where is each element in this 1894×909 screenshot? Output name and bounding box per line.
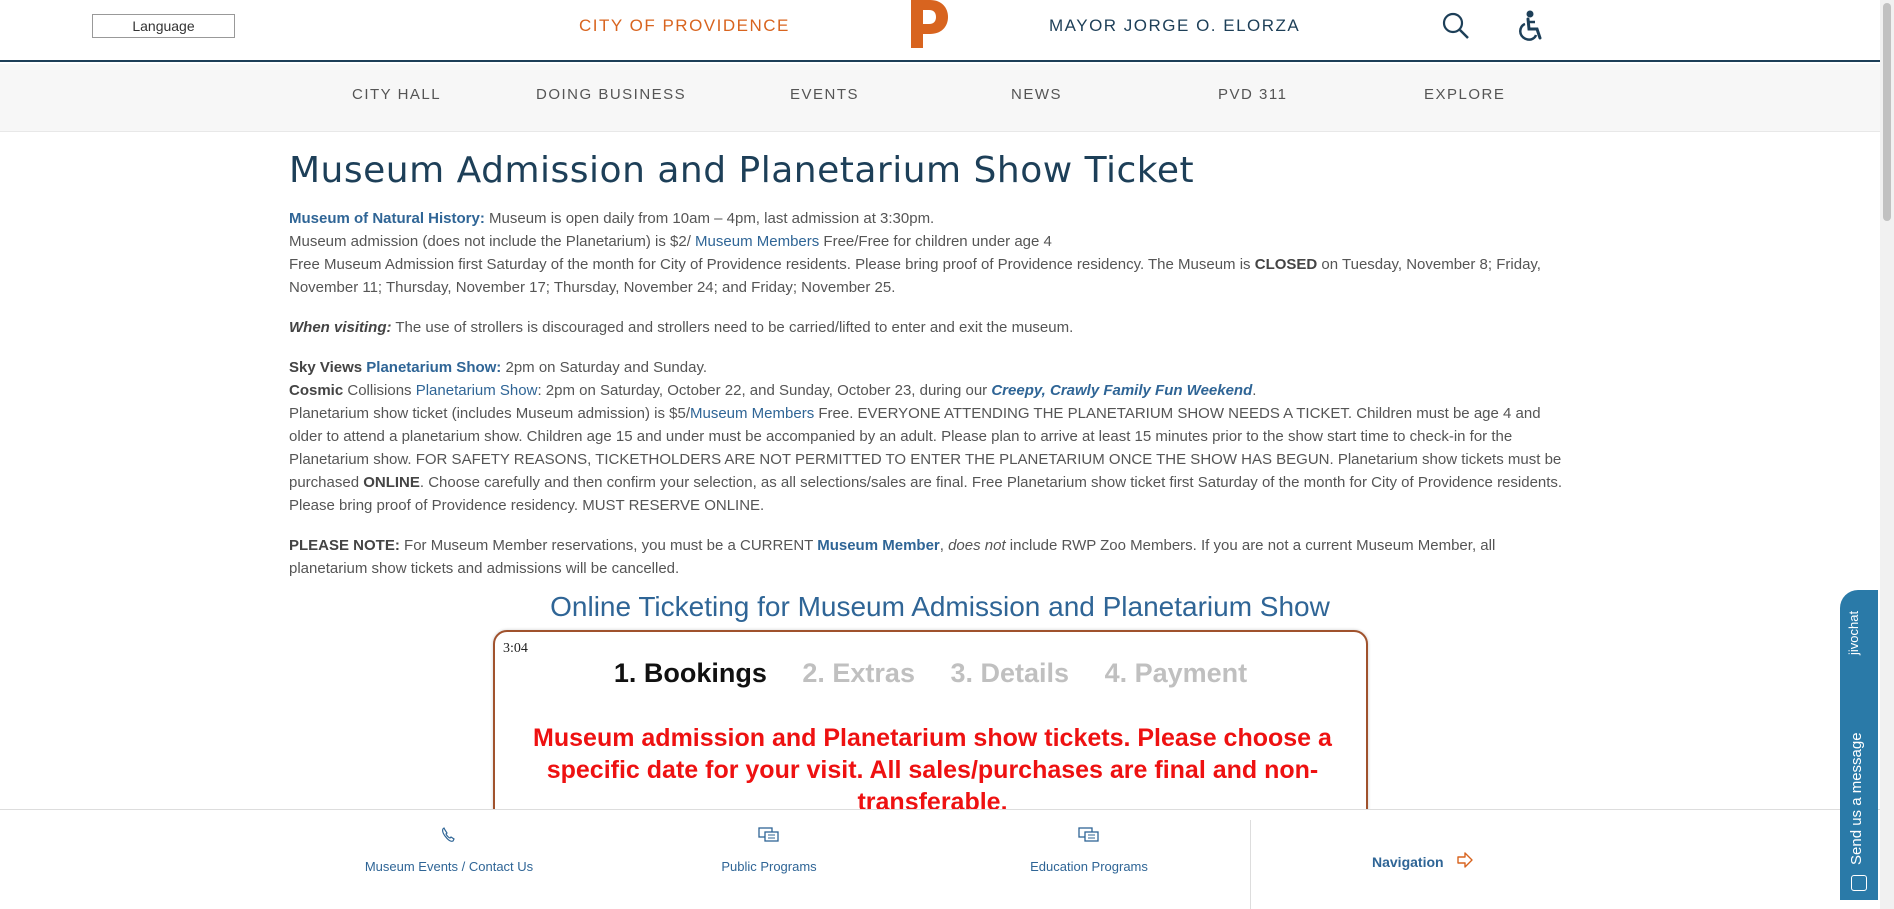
booking-steps: 1. Bookings 2. Extras 3. Details 4. Paym…	[495, 658, 1366, 689]
nav-events[interactable]: EVENTS	[790, 86, 859, 103]
session-timer: 3:04	[503, 641, 528, 656]
jivochat-widget[interactable]: jivochat Send us a message	[1840, 590, 1878, 900]
footer-public-programs[interactable]: Public Programs	[659, 826, 879, 874]
providence-logo[interactable]	[908, 0, 948, 48]
note-text: For Museum Member reservations, you must…	[399, 537, 818, 554]
visiting-label: When visiting:	[289, 319, 392, 336]
chat-bubbles-icon	[758, 826, 780, 844]
footer-navigation-button[interactable]: Navigation	[1372, 854, 1444, 870]
footer-divider	[1250, 820, 1251, 909]
skyviews-label: Sky Views	[289, 359, 367, 376]
ticket-suffix: . Choose carefully and then confirm your…	[289, 474, 1563, 514]
arrow-right-icon[interactable]	[1456, 851, 1474, 869]
visiting-info: When visiting: The use of strollers is d…	[289, 316, 1564, 339]
note-emphasis: does not	[948, 537, 1006, 554]
scrollbar-thumb[interactable]	[1883, 3, 1891, 221]
museum-info: Museum of Natural History: Museum is ope…	[289, 207, 1564, 299]
nav-city-hall[interactable]: CITY HALL	[352, 86, 441, 103]
send-message-label[interactable]: Send us a message	[1848, 732, 1865, 865]
nav-pvd-311[interactable]: PVD 311	[1218, 86, 1287, 103]
chat-brand: jivochat	[1846, 610, 1861, 655]
cosmic-text: : 2pm on Saturday, October 22, and Sunda…	[537, 382, 992, 399]
accessibility-icon[interactable]	[1514, 10, 1544, 42]
museum-members-link[interactable]: Museum Members	[695, 233, 819, 250]
admission-suffix: Free/Free for children under age 4	[819, 233, 1052, 250]
nav-doing-business[interactable]: DOING BUSINESS	[536, 86, 686, 103]
free-admission-text: Free Museum Admission first Saturday of …	[289, 256, 1255, 273]
museum-member-link[interactable]: Museum Member	[817, 537, 940, 554]
site-header: Language CITY OF PROVIDENCE MAYOR JORGE …	[0, 0, 1880, 62]
main-content: Museum Admission and Planetarium Show Ti…	[289, 140, 1564, 580]
ticket-price: Planetarium show ticket (includes Museum…	[289, 405, 690, 422]
planetarium-show-link[interactable]: Planetarium Show:	[366, 359, 501, 376]
visiting-text: The use of strollers is discouraged and …	[391, 319, 1074, 336]
footer-education-programs-label: Education Programs	[1030, 859, 1148, 874]
member-note: PLEASE NOTE: For Museum Member reservati…	[289, 534, 1564, 580]
period: .	[1252, 382, 1257, 399]
planetarium-show-link-2[interactable]: Planetarium Show	[416, 382, 538, 399]
chat-tab[interactable]: jivochat Send us a message	[1840, 600, 1878, 891]
main-nav: CITY HALL DOING BUSINESS EVENTS NEWS PVD…	[0, 64, 1880, 132]
museum-link[interactable]: Museum of Natural History:	[289, 210, 485, 227]
step-payment[interactable]: 4. Payment	[1105, 658, 1248, 688]
museum-members-link-2[interactable]: Museum Members	[690, 405, 814, 422]
family-fun-weekend-link[interactable]: Creepy, Crawly Family Fun Weekend	[991, 382, 1252, 399]
language-select[interactable]: Language	[92, 14, 235, 38]
mayor-link[interactable]: MAYOR JORGE O. ELORZA	[1049, 16, 1300, 36]
phone-icon	[438, 826, 460, 844]
search-icon[interactable]	[1441, 11, 1471, 41]
booking-notice: Museum admission and Planetarium show ti…	[533, 724, 1332, 816]
footer-contact[interactable]: Museum Events / Contact Us	[339, 826, 559, 874]
ticketing-heading: Online Ticketing for Museum Admission an…	[550, 591, 1330, 622]
city-name-link[interactable]: CITY OF PROVIDENCE	[579, 16, 790, 36]
admission-text: Museum admission (does not include the P…	[289, 233, 696, 250]
nav-explore[interactable]: EXPLORE	[1424, 86, 1505, 103]
footer-public-programs-label: Public Programs	[721, 859, 817, 874]
page-scrollbar[interactable]	[1880, 0, 1894, 909]
online-text: ONLINE	[363, 474, 420, 491]
footer-bar: Museum Events / Contact Us Public Progra…	[0, 809, 1880, 909]
closed-text: CLOSED	[1254, 256, 1318, 273]
footer-contact-label: Museum Events / Contact Us	[364, 859, 534, 874]
footer-education-programs[interactable]: Education Programs	[979, 826, 1199, 874]
step-extras[interactable]: 2. Extras	[802, 658, 915, 688]
chat-bubbles-icon	[1078, 826, 1100, 844]
step-details[interactable]: 3. Details	[950, 658, 1069, 688]
page-title: Museum Admission and Planetarium Show Ti…	[289, 150, 1195, 191]
cosmic-label: Cosmic	[289, 382, 344, 399]
skyviews-text: 2pm on Saturday and Sunday.	[501, 359, 708, 376]
collisions-text: Collisions	[343, 382, 416, 399]
chat-icon[interactable]	[1851, 875, 1867, 891]
museum-hours: Museum is open daily from 10am – 4pm, la…	[484, 210, 935, 227]
note-comma: ,	[939, 537, 949, 554]
note-label: PLEASE NOTE:	[289, 537, 400, 554]
nav-news[interactable]: NEWS	[1011, 86, 1062, 103]
planetarium-info: Sky Views Planetarium Show: 2pm on Satur…	[289, 356, 1564, 517]
step-bookings[interactable]: 1. Bookings	[614, 658, 767, 688]
